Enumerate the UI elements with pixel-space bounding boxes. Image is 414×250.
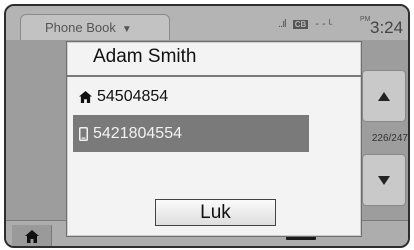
home-icon: [79, 90, 92, 103]
arrow-down-icon: [378, 175, 390, 185]
tab-phone-book-label: Phone Book: [45, 20, 116, 35]
contact-dialog: Adam Smith 54504854 5421804554 Luk: [66, 41, 362, 237]
contact-name: Adam Smith: [93, 46, 197, 67]
scroll-down-button[interactable]: [362, 154, 406, 206]
home-button[interactable]: [12, 225, 52, 246]
cell-badge-icon: CB: [292, 20, 309, 29]
clock: 3:24: [370, 18, 404, 37]
home-icon: [24, 229, 39, 243]
pm-indicator: PM: [360, 16, 371, 23]
mobile-number-row[interactable]: 5421804554: [73, 115, 309, 152]
status-icons: ..ıl CB - - ᴸ: [278, 18, 333, 30]
close-button[interactable]: Luk: [155, 199, 276, 226]
chevron-down-icon: ▼: [121, 24, 132, 35]
divider: [67, 75, 361, 77]
scroll-up-button[interactable]: [362, 70, 406, 122]
home-number: 54504854: [97, 87, 169, 105]
signal-strength-icon: ..ıl: [278, 18, 287, 30]
mobile-phone-icon: [79, 126, 88, 141]
list-counter: 226/247: [371, 133, 408, 144]
mobile-number: 5421804554: [93, 124, 182, 142]
infotainment-screen: Phone Book ▼ ..ıl CB - - ᴸ PM 3:24 226/24…: [4, 4, 410, 248]
arrow-up-icon: [378, 91, 390, 101]
home-number-row[interactable]: 54504854: [73, 78, 309, 115]
network-indicator: - - ᴸ: [315, 18, 333, 30]
status-bar: Phone Book ▼ ..ıl CB - - ᴸ PM 3:24: [6, 6, 408, 44]
